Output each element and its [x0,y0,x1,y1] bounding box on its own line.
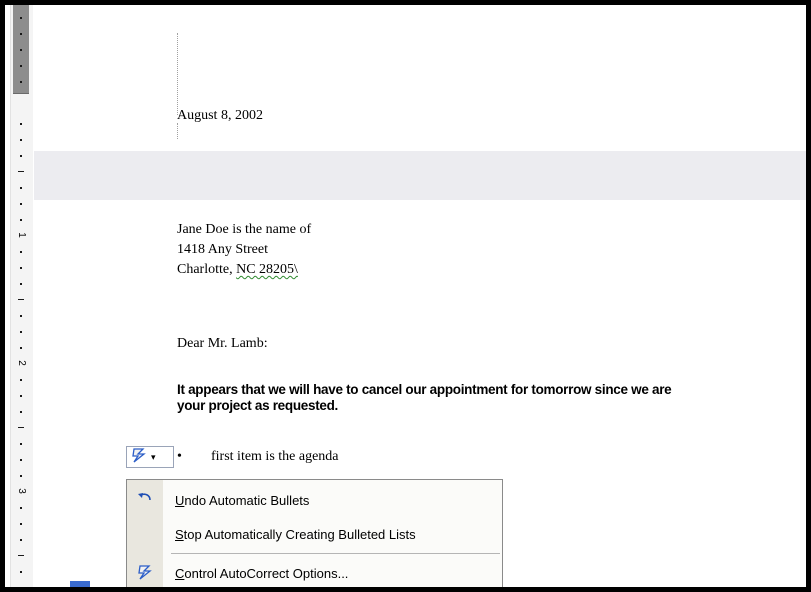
text-boundary-guide [177,123,179,139]
date-line[interactable]: August 8, 2002 [177,107,263,125]
address-line-1[interactable]: Jane Doe is the name of [177,221,311,239]
undo-icon [127,492,163,509]
ruler-tick [18,427,24,428]
grammar-flagged-text[interactable]: NC 28205\ [236,262,298,277]
ruler-tick [20,475,22,477]
menu-item-control-autocorrect-options[interactable]: Control AutoCorrect Options... [127,558,502,587]
ruler-number: 2 [16,360,27,366]
ruler-tick [20,251,22,253]
ruler-tick [20,539,22,541]
ruler-tick [20,33,22,35]
ruler-tick [18,555,24,556]
ruler-tick [20,331,22,333]
bullet-list-item[interactable]: • first item is the agenda [177,449,339,465]
bullet-item-text: first item is the agenda [211,449,339,464]
ruler-margin-area[interactable] [13,5,29,94]
address-city: Charlotte, [177,262,237,277]
ruler-tick [18,171,24,172]
address-line-2[interactable]: 1418 Any Street [177,241,268,259]
bullet-glyph: • [177,449,182,464]
ruler-tick [20,203,22,205]
ruler-number: 3 [16,488,27,494]
ruler-tick [20,523,22,525]
ruler-tick [20,347,22,349]
menu-item-stop-creating-bulleted-lists[interactable]: Stop Automatically Creating Bulleted Lis… [127,519,502,549]
ruler-tick [20,49,22,51]
autocorrect-options-button[interactable]: ▾ [126,446,174,468]
lightning-bolt-icon [127,564,163,583]
ruler-tick [20,315,22,317]
ruler-tick [20,155,22,157]
document-window: 1 2 3 August 8, 2002 Jane Doe is the name … [5,5,806,587]
ruler-tick [20,123,22,125]
ruler-tick [20,283,22,285]
text-boundary-guide [177,33,179,115]
ruler-number: 1 [16,232,27,238]
ruler-tick [20,459,22,461]
ruler-tick [20,81,22,83]
ruler-tick [20,379,22,381]
paragraph-line-2[interactable]: your project as requested. [177,397,338,415]
ruler-tick [20,507,22,509]
lightning-bolt-icon [127,447,151,468]
ruler-tick [20,571,22,573]
ruler-tick [20,267,22,269]
salutation[interactable]: Dear Mr. Lamb: [177,335,268,353]
ruler-tick [20,443,22,445]
ruler-tick [20,219,22,221]
ruler-tick [20,139,22,141]
menu-item-label: Undo Automatic Bullets [175,492,310,508]
menu-separator [171,553,500,554]
menu-item-label: Control AutoCorrect Options... [175,565,349,581]
address-line-3[interactable]: Charlotte, NC 28205\ [177,261,298,279]
ruler-tick [18,299,24,300]
status-strip [70,581,90,587]
autocorrect-options-menu: Undo Automatic Bullets Stop Automaticall… [126,479,503,587]
page-break-gap [34,151,806,200]
vertical-ruler[interactable]: 1 2 3 [10,5,34,587]
ruler-tick [20,411,22,413]
chevron-down-icon: ▾ [151,451,156,462]
ruler-tick [20,17,22,19]
menu-item-undo-automatic-bullets[interactable]: Undo Automatic Bullets [127,485,502,515]
menu-item-label: Stop Automatically Creating Bulleted Lis… [175,526,416,542]
ruler-tick [20,65,22,67]
ruler-tick [20,187,22,189]
ruler-tick [20,395,22,397]
